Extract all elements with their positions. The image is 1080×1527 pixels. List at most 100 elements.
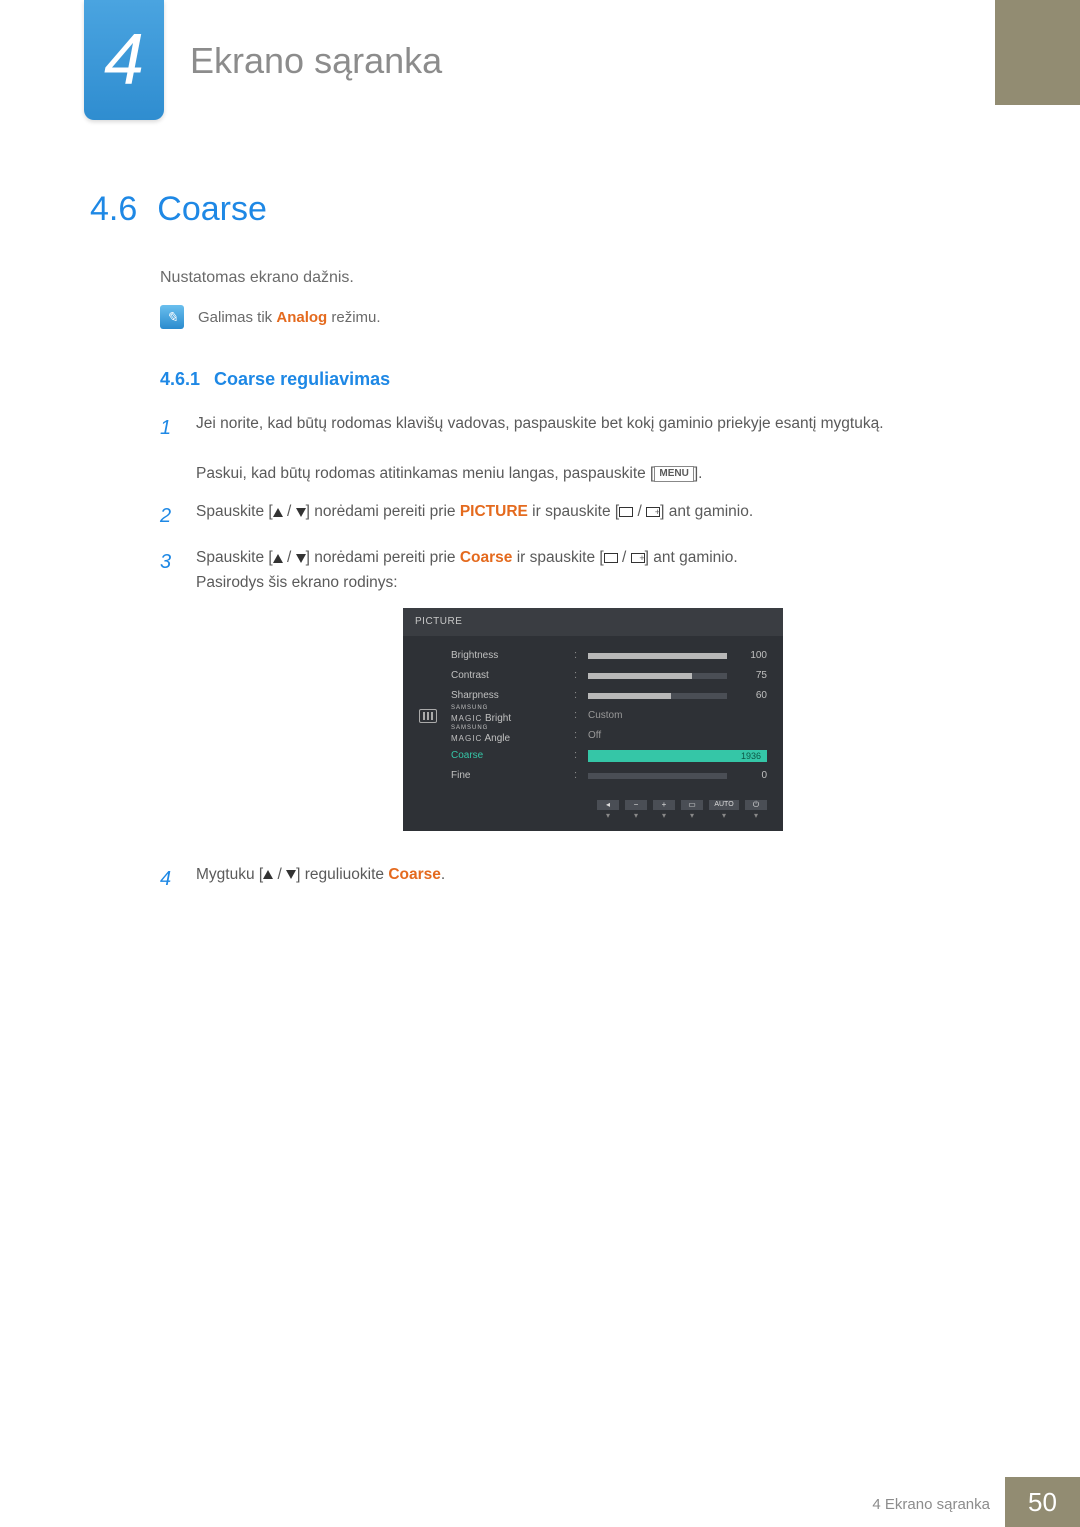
enter-button-icon: ▭: [681, 800, 703, 810]
t: Spauskite [: [196, 503, 273, 520]
suffix: Bright: [485, 713, 511, 724]
step1-line2a: Paskui, kad būtų rodomas atitinkamas men…: [196, 465, 654, 482]
suffix: Angle: [484, 733, 510, 744]
osd-text-cell: Off: [588, 728, 767, 744]
osd-value: 1936: [741, 749, 761, 763]
osd-row-magicbright: SAMSUNG MAGIC Bright : Custom: [451, 706, 767, 726]
step-number: 4: [160, 863, 178, 895]
down-arrow-icon: [296, 508, 306, 517]
colon: :: [574, 707, 580, 725]
chapter-badge: 4: [84, 0, 164, 120]
colon: :: [574, 747, 580, 765]
osd-bar-cell: 1936: [588, 750, 767, 762]
osd-label-selected: Coarse: [451, 748, 566, 764]
t: ] reguliuokite: [296, 866, 388, 883]
subsection-title: Coarse reguliavimas: [214, 369, 390, 390]
enter-icon: [604, 553, 618, 563]
t: ] norėdami pereiti prie: [306, 503, 460, 520]
osd-bar-cell: 0: [588, 768, 767, 784]
osd-value: 75: [735, 668, 767, 684]
caret-icon: ▾: [681, 810, 703, 823]
step-number: 3: [160, 546, 178, 848]
colon: :: [574, 727, 580, 745]
caret-icon: ▾: [597, 810, 619, 823]
osd-row-brightness: Brightness : 100: [451, 646, 767, 666]
osd-value: 0: [735, 768, 767, 784]
osd-label: Fine: [451, 768, 566, 784]
header-stripe: [995, 0, 1080, 105]
enter-plus-icon: [646, 507, 660, 517]
coarse-keyword: Coarse: [460, 549, 513, 566]
osd-label: SAMSUNG MAGIC Bright: [451, 705, 566, 727]
osd-row-coarse: Coarse : 1936: [451, 746, 767, 766]
plus-button-icon: +: [653, 800, 675, 810]
step-4: 4 Mygtuku [ / ] reguliuokite Coarse.: [160, 863, 990, 895]
osd-text-cell: Custom: [588, 708, 767, 724]
osd-bar-cell: 60: [588, 688, 767, 704]
down-arrow-icon: [296, 554, 306, 563]
t: ] norėdami pereiti prie: [306, 549, 460, 566]
note-suffix: režimu.: [327, 309, 380, 326]
osd-value: 100: [735, 648, 767, 664]
step1-line2b: ].: [694, 465, 703, 482]
slider-bar: [588, 673, 727, 679]
sub: MAGIC: [451, 734, 482, 743]
slider-fill: [588, 693, 671, 699]
step-body: Mygtuku [ / ] reguliuokite Coarse.: [196, 863, 990, 895]
down-arrow-icon: [286, 870, 296, 879]
colon: :: [574, 647, 580, 665]
osd-row-fine: Fine : 0: [451, 766, 767, 786]
menu-button-icon: MENU: [654, 466, 693, 482]
step-body: Spauskite [ / ] norėdami pereiti prie Co…: [196, 546, 990, 848]
auto-button-icon: AUTO: [709, 800, 739, 810]
chapter-number: 4: [104, 19, 144, 101]
note-prefix: Galimas tik: [198, 309, 276, 326]
osd-screenshot: PICTURE Brightness :: [403, 608, 783, 831]
osd-body: Brightness : 100 Contrast :: [403, 636, 783, 794]
brand: SAMSUNG: [451, 705, 566, 711]
osd-sidebar: [419, 646, 437, 786]
t: Mygtuku [: [196, 866, 263, 883]
back-button-icon: ◂: [597, 800, 619, 810]
colon: :: [574, 767, 580, 785]
section-title: Coarse: [157, 190, 267, 229]
osd-value: Off: [588, 728, 601, 744]
osd-footer-carets: ▾ ▾ ▾ ▾ ▾ ▾: [403, 810, 783, 823]
step-body: Spauskite [ / ] norėdami pereiti prie PI…: [196, 500, 990, 532]
caret-icon: ▾: [653, 810, 675, 823]
step-1: 1 Jei norite, kad būtų rodomas klavišų v…: [160, 412, 990, 486]
osd-row-magicangle: SAMSUNGMAGIC Angle : Off: [451, 726, 767, 746]
subsection-heading: 4.6.1 Coarse reguliavimas: [160, 369, 990, 390]
step-number: 2: [160, 500, 178, 532]
power-button-icon: ⏻: [745, 800, 767, 810]
t: ir spauskite [: [528, 503, 619, 520]
intro-text: Nustatomas ekrano dažnis.: [160, 269, 990, 287]
content: 4.6 Coarse Nustatomas ekrano dažnis. ✎ G…: [90, 190, 990, 909]
slider-fill: [588, 673, 692, 679]
subsection-number: 4.6.1: [160, 369, 200, 390]
t: ir spauskite [: [512, 549, 603, 566]
caret-icon: ▾: [709, 810, 739, 823]
note-highlight: Analog: [276, 309, 327, 326]
osd-table: Brightness : 100 Contrast :: [451, 646, 767, 786]
osd-bar-cell: 100: [588, 648, 767, 664]
coarse-keyword: Coarse: [388, 866, 441, 883]
osd-value: Custom: [588, 708, 622, 724]
step-number: 1: [160, 412, 178, 486]
steps-list: 1 Jei norite, kad būtų rodomas klavišų v…: [160, 412, 990, 895]
osd-value: 60: [735, 688, 767, 704]
sub: MAGIC: [451, 714, 482, 723]
page: 4 Ekrano sąranka 4.6 Coarse Nustatomas e…: [0, 0, 1080, 1527]
selected-bar: 1936: [588, 750, 767, 762]
step-2: 2 Spauskite [ / ] norėdami pereiti prie …: [160, 500, 990, 532]
osd-title: PICTURE: [403, 608, 783, 636]
t: ] ant gaminio.: [645, 549, 738, 566]
enter-plus-icon: [631, 553, 645, 563]
section-heading: 4.6 Coarse: [90, 190, 990, 229]
picture-keyword: PICTURE: [460, 503, 528, 520]
section-number: 4.6: [90, 190, 137, 229]
enter-icon: [619, 507, 633, 517]
osd-label: Sharpness: [451, 688, 566, 704]
caret-icon: ▾: [745, 810, 767, 823]
up-arrow-icon: [273, 508, 283, 517]
